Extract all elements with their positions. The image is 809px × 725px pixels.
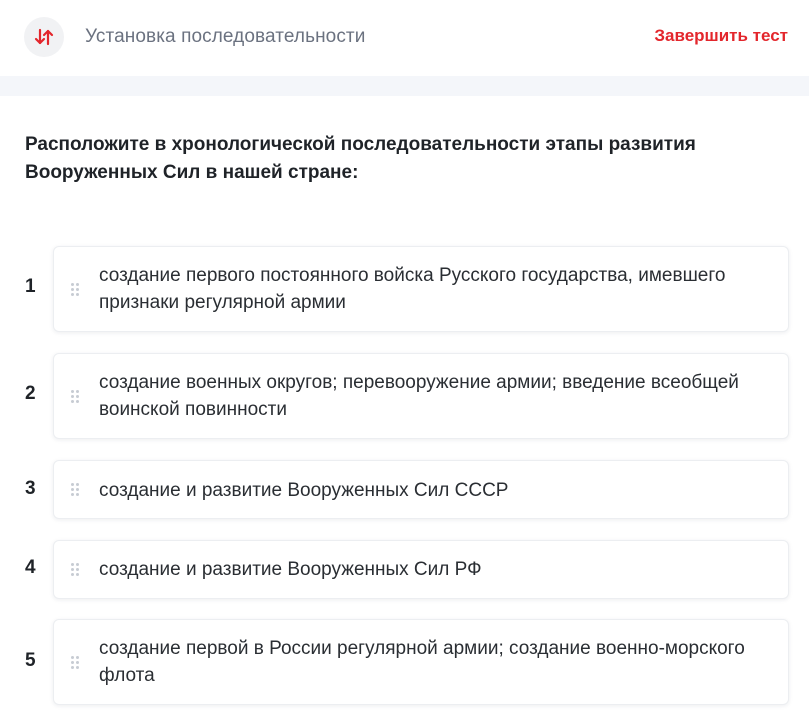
item-number: 2	[25, 383, 36, 404]
item-text: создание первой в России регулярной арми…	[99, 638, 745, 686]
list-item: 4 создание и развитие Вооруженных Сил РФ	[0, 540, 809, 599]
test-header: Установка последовательности Завершить т…	[0, 0, 809, 76]
header-divider	[0, 76, 809, 96]
question-type-label: Установка последовательности	[85, 26, 366, 47]
list-item: 3 создание и развитие Вооруженных Сил СС…	[0, 460, 809, 519]
list-item: 5 создание первой в России регулярной ар…	[0, 619, 809, 705]
drag-handle-icon[interactable]	[71, 390, 81, 404]
item-number: 3	[25, 478, 36, 499]
draggable-card[interactable]: создание и развитие Вооруженных Сил СССР	[53, 460, 789, 519]
drag-handle-icon[interactable]	[71, 563, 81, 577]
draggable-card[interactable]: создание первой в России регулярной арми…	[53, 619, 789, 705]
question-text: Расположите в хронологической последоват…	[25, 134, 696, 183]
item-text: создание и развитие Вооруженных Сил СССР	[99, 480, 509, 501]
drag-handle-icon[interactable]	[71, 483, 81, 497]
draggable-card[interactable]: создание первого постоянного войска Русс…	[53, 246, 789, 332]
finish-test-button[interactable]: Завершить тест	[654, 26, 788, 46]
sort-arrows-icon	[24, 17, 64, 57]
list-item: 1 создание первого постоянного войска Ру…	[0, 246, 809, 332]
drag-handle-icon[interactable]	[71, 283, 81, 297]
item-number: 4	[25, 557, 36, 578]
item-text: создание первого постоянного войска Русс…	[99, 265, 726, 313]
draggable-card[interactable]: создание и развитие Вооруженных Сил РФ	[53, 540, 789, 599]
draggable-card[interactable]: создание военных округов; перевооружение…	[53, 353, 789, 439]
item-text: создание военных округов; перевооружение…	[99, 372, 739, 420]
item-text: создание и развитие Вооруженных Сил РФ	[99, 559, 482, 580]
list-item: 2 создание военных округов; перевооружен…	[0, 353, 809, 439]
item-number: 1	[25, 276, 36, 297]
item-number: 5	[25, 650, 36, 671]
drag-handle-icon[interactable]	[71, 656, 81, 670]
